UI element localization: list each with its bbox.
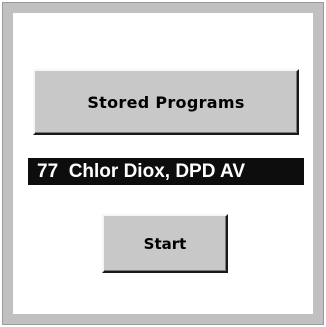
selected-program-bar: 77 Chlor Diox, DPD AV xyxy=(28,158,304,185)
stored-programs-button[interactable]: Stored Programs xyxy=(33,69,299,135)
main-menu-panel: Stored Programs 77 Chlor Diox, DPD AV St… xyxy=(13,13,313,314)
instrument-screen-frame: Stored Programs 77 Chlor Diox, DPD AV St… xyxy=(2,2,324,325)
program-number: 77 xyxy=(37,161,59,182)
program-name: Chlor Diox, DPD AV xyxy=(68,161,245,182)
start-button[interactable]: Start xyxy=(102,214,228,273)
